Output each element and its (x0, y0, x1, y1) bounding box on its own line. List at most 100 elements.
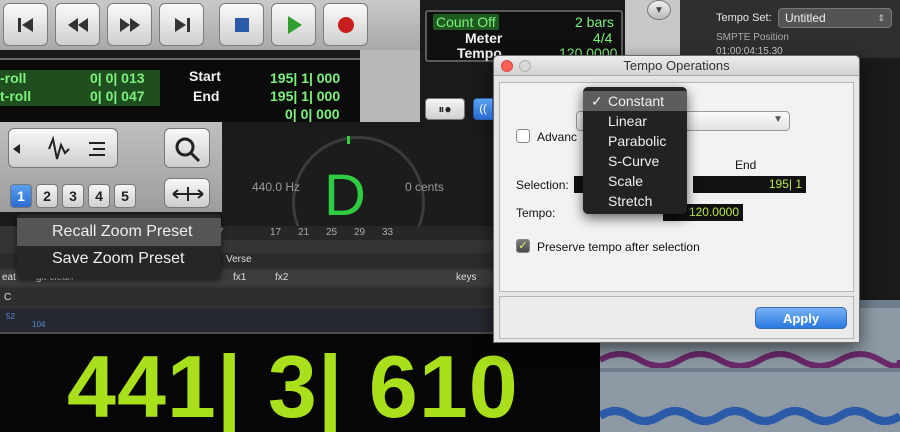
chevron-down-icon: ▼ (654, 4, 664, 16)
checkmark-icon: ✓ (591, 93, 603, 109)
apply-button[interactable]: Apply (755, 307, 847, 329)
tuner-frequency: 440.0 Hz (252, 180, 301, 194)
zoom-preset-1[interactable]: 1 (10, 184, 32, 208)
go-to-end-icon (174, 17, 190, 32)
pro-tools-window: -roll 0| 0| 013 t-roll 0| 0| 047 Start 1… (0, 0, 900, 432)
clip-label[interactable]: fx1 (233, 272, 246, 283)
tempo-set-select[interactable]: Untitled ⇕ (778, 8, 892, 28)
bars-beats-ruler[interactable]: 7 17 21 25 29 33 (218, 226, 495, 240)
marker-verse[interactable]: Verse (226, 254, 252, 265)
tuner-needle (347, 136, 350, 144)
counter-panel: -roll 0| 0| 013 t-roll 0| 0| 047 Start 1… (0, 58, 360, 122)
zoom-preset-4[interactable]: 4 (88, 184, 110, 208)
pause-button[interactable]: ⏸● (425, 98, 465, 120)
midi-lane: 52 104 (0, 308, 495, 332)
advanced-label: Advanc (537, 130, 578, 144)
preroll-value[interactable]: 0| 0| 013 (90, 70, 145, 88)
zoom-preset-context-menu: Recall Zoom Preset Save Zoom Preset (17, 214, 221, 278)
meter-value[interactable]: 4/4 (593, 30, 612, 46)
chord-label: C (4, 292, 12, 303)
clip-label[interactable]: eat (2, 272, 16, 283)
selection-end-field[interactable]: 195| 1 (693, 176, 806, 193)
go-to-end-button[interactable] (159, 3, 204, 46)
waveform-icon (597, 407, 900, 425)
ruler-tick: 17 (270, 227, 282, 238)
play-icon (287, 15, 302, 34)
postroll-label[interactable]: t-roll (0, 88, 31, 106)
zoom-preset-3[interactable]: 3 (62, 184, 84, 208)
zoom-preset-2[interactable]: 2 (36, 184, 58, 208)
end-value[interactable]: 195| 1| 000 (270, 88, 340, 106)
zoom-toggle-button[interactable] (8, 128, 118, 168)
advanced-checkbox[interactable] (516, 129, 530, 143)
zoomer-tool-button[interactable] (164, 128, 210, 168)
tempo-curve-menu: ✓ Constant Linear Parabolic S-Curve Scal… (583, 87, 687, 214)
curve-item-s-curve[interactable]: S-Curve (583, 151, 687, 171)
stop-icon (234, 17, 249, 32)
tempo-set-value: Untitled (785, 11, 826, 25)
stop-button[interactable] (219, 3, 264, 46)
curve-item-linear[interactable]: Linear (583, 111, 687, 131)
zoom-preset-5[interactable]: 5 (114, 184, 136, 208)
start-value[interactable]: 195| 1| 000 (270, 70, 340, 88)
postroll-value[interactable]: 0| 0| 047 (90, 88, 145, 106)
audio-lane-2[interactable] (597, 372, 900, 432)
end-label: End (193, 88, 220, 104)
curve-item-scale[interactable]: Scale (583, 171, 687, 191)
curve-item-label: Constant (608, 93, 665, 109)
dialog-footer: Apply (499, 296, 854, 339)
end-column-header: End (735, 158, 757, 172)
chord-row: C (0, 288, 495, 306)
record-icon (337, 16, 354, 33)
dialog-title: Tempo Operations (623, 58, 730, 73)
ruler-tick: 29 (354, 227, 366, 238)
lane-number: 52 (6, 312, 15, 321)
clip-label[interactable]: keys (456, 272, 477, 283)
recall-zoom-preset-item[interactable]: Recall Zoom Preset (17, 218, 221, 246)
preserve-tempo-checkbox[interactable]: ✓ (516, 239, 530, 253)
preroll-label[interactable]: -roll (0, 70, 26, 88)
waveform-zoom-icon (13, 135, 105, 160)
ruler-tick: 25 (326, 227, 338, 238)
fast-forward-icon (119, 17, 140, 32)
length-value[interactable]: 0| 0| 000 (285, 106, 340, 124)
clip-label[interactable]: fx2 (275, 272, 288, 283)
start-label: Start (189, 68, 221, 84)
dialog-title-bar[interactable]: Tempo Operations (494, 56, 859, 76)
tempo-set-label: Tempo Set: (716, 12, 772, 24)
fast-forward-button[interactable] (107, 3, 152, 46)
curve-item-stretch[interactable]: Stretch (583, 191, 687, 211)
big-counter-window: 441| 3| 610 (0, 332, 600, 432)
transport-bar (0, 0, 420, 50)
tempo-field-label: Tempo: (516, 206, 556, 220)
record-button[interactable] (323, 3, 368, 46)
close-button[interactable] (501, 60, 513, 72)
save-zoom-preset-item[interactable]: Save Zoom Preset (17, 245, 221, 273)
ruler-tick: 33 (382, 227, 394, 238)
transport-side-panel (360, 50, 420, 122)
lane-number: 104 (32, 320, 46, 329)
rewind-button[interactable] (55, 3, 100, 46)
minimize-button[interactable] (519, 60, 531, 72)
return-to-zero-button[interactable] (3, 3, 48, 46)
play-button[interactable] (271, 3, 316, 46)
pause-icon: ⏸● (438, 102, 452, 116)
tuner-note: D (324, 163, 366, 228)
return-to-zero-icon (17, 17, 33, 32)
loop-icon: (( (479, 103, 487, 115)
count-off-value: 2 bars (575, 14, 614, 30)
trim-tool-button[interactable] (164, 178, 210, 208)
count-off-button[interactable]: Count Off (433, 14, 499, 30)
ruler-tick: 21 (298, 227, 310, 238)
select-arrows-icon: ⇕ (877, 13, 885, 23)
loop-button[interactable]: (( (473, 98, 493, 120)
big-counter-value: 441| 3| 610 (67, 337, 519, 432)
trim-arrows-icon (172, 187, 204, 201)
smpte-label: SMPTE Position (716, 32, 789, 43)
curve-item-parabolic[interactable]: Parabolic (583, 131, 687, 151)
chevron-down-icon: ▼ (773, 114, 783, 125)
selection-label: Selection: (516, 178, 569, 192)
rewind-icon (67, 17, 88, 32)
window-menu-button[interactable]: ▼ (647, 0, 671, 20)
curve-item-constant[interactable]: ✓ Constant (583, 91, 687, 111)
